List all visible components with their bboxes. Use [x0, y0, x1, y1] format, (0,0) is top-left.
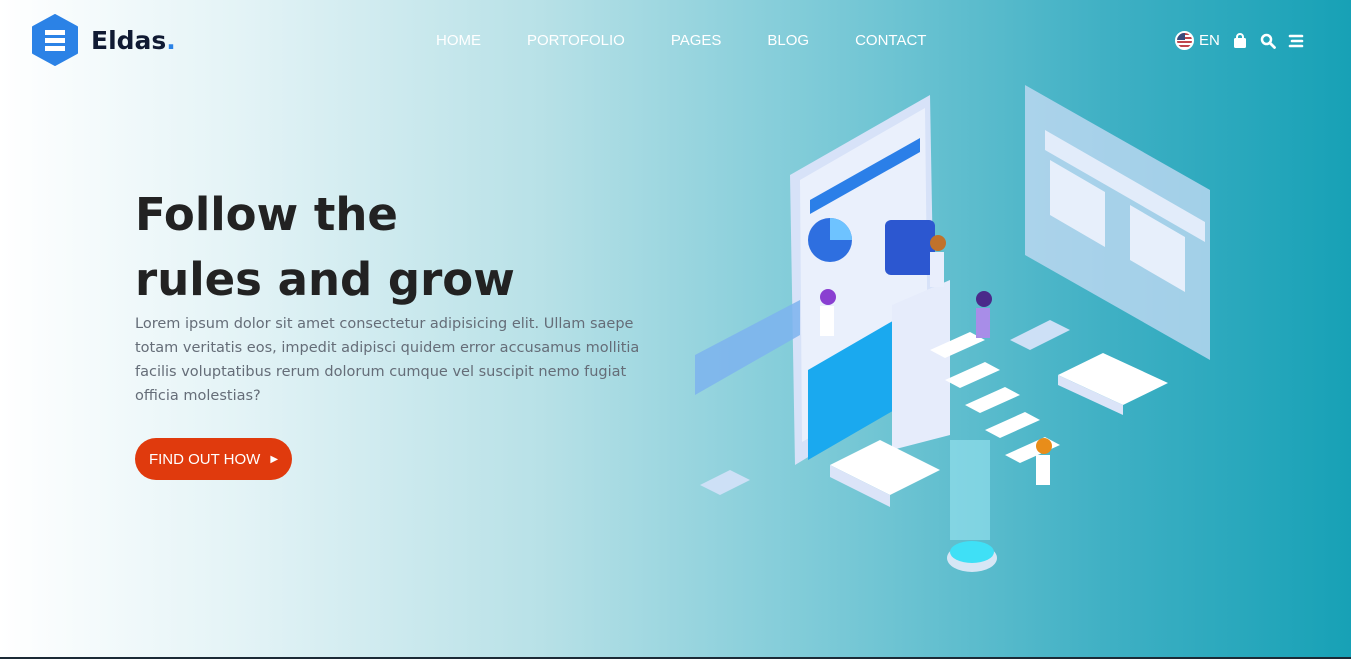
language-selector[interactable]: EN [1175, 31, 1220, 50]
nav-contact[interactable]: CONTACT [855, 32, 926, 49]
browser-window-illustration [1025, 85, 1210, 360]
search-icon[interactable] [1260, 33, 1276, 49]
logo-hexagon-icon [32, 14, 78, 66]
brand-name: Eldas [91, 25, 167, 55]
language-label: EN [1199, 32, 1220, 49]
nav-blog[interactable]: BLOG [767, 32, 809, 49]
nav-pages[interactable]: PAGES [671, 32, 722, 49]
cta-label: FIND OUT HOW [148, 450, 261, 468]
hero-title: Follow the rules and grow [135, 182, 635, 312]
find-out-how-button[interactable]: FIND OUT HOW ▶ [135, 438, 292, 480]
brand-dot: . [166, 25, 176, 55]
caret-right-icon: ▶ [270, 453, 279, 465]
portal-illustration [947, 440, 997, 572]
hero-illustration [695, 85, 1210, 572]
nav-home[interactable]: HOME [436, 32, 481, 49]
chat-bubble-illustration [695, 300, 800, 395]
shopping-bag-icon[interactable] [1232, 32, 1248, 49]
menu-icon[interactable] [1288, 33, 1304, 49]
hero-description: Lorem ipsum dolor sit amet consectetur a… [135, 316, 640, 404]
us-flag-icon [1175, 31, 1194, 50]
header-actions: EN [1175, 31, 1304, 50]
hero-title-line1: Follow the [135, 188, 398, 241]
hero-title-line2: rules and grow [135, 253, 515, 306]
nav-portofolio[interactable]: PORTOFOLIO [527, 32, 625, 49]
logo[interactable]: Eldas. [31, 14, 176, 66]
main-nav: HOME PORTOFOLIO PAGES BLOG CONTACT [436, 32, 926, 49]
steps-illustration [892, 280, 1060, 463]
